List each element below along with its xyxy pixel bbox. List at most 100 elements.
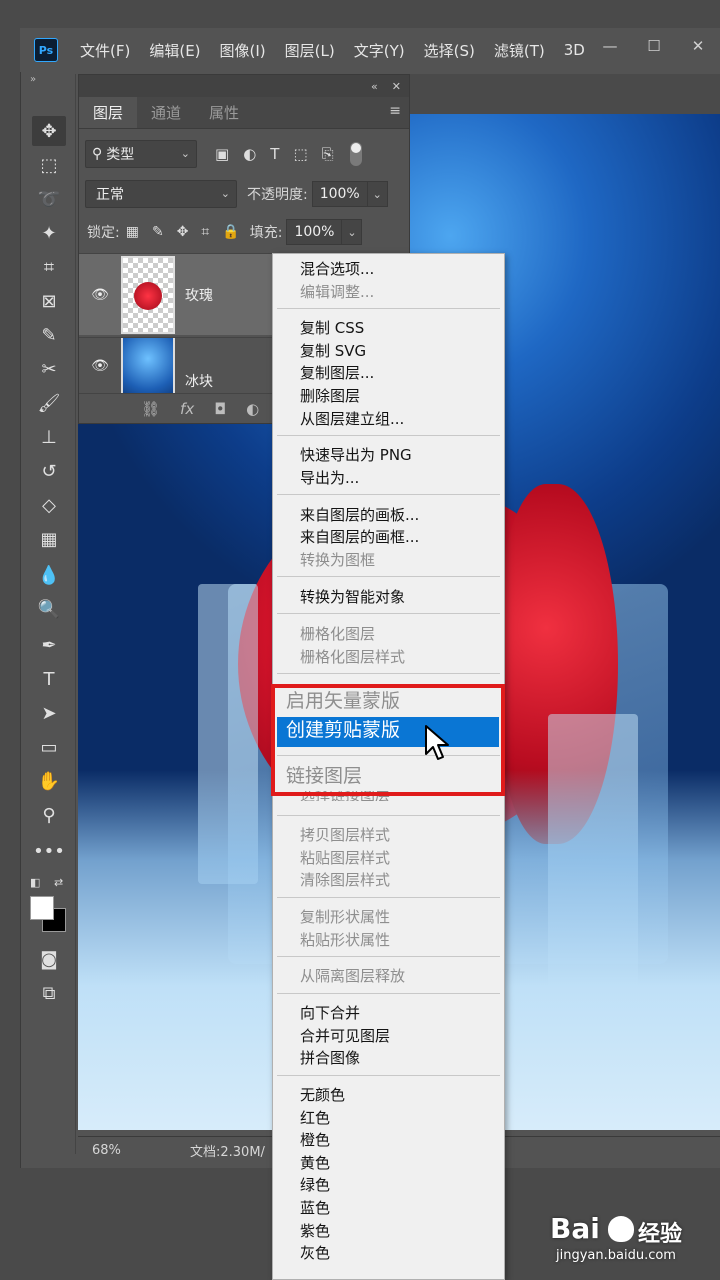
- adjustment-layer-icon[interactable]: ◐: [246, 400, 259, 418]
- blend-mode-select[interactable]: 正常 ⌄: [85, 180, 237, 208]
- pen-tool-icon[interactable]: ✒: [32, 630, 66, 660]
- menu-item-group-from-layers[interactable]: 从图层建立组...: [300, 409, 404, 429]
- menu-item-merge-visible[interactable]: 合并可见图层: [300, 1026, 390, 1046]
- clone-stamp-tool-icon[interactable]: ⊥: [32, 422, 66, 452]
- lock-pixels-icon[interactable]: ✎: [152, 224, 164, 240]
- close-icon[interactable]: ✕: [676, 28, 720, 64]
- history-brush-tool-icon[interactable]: ↺: [32, 456, 66, 486]
- fx-icon[interactable]: fx: [180, 400, 194, 418]
- gradient-tool-icon[interactable]: ▦: [32, 524, 66, 554]
- maximize-icon[interactable]: ☐: [632, 28, 676, 64]
- hand-tool-icon[interactable]: ✋: [32, 766, 66, 796]
- menu-item-color-none[interactable]: 无颜色: [300, 1085, 345, 1105]
- link-layers-icon[interactable]: ⛓: [141, 400, 160, 418]
- menu-separator: [277, 815, 500, 816]
- lock-artboard-icon[interactable]: ⌗: [201, 224, 209, 240]
- eye-icon[interactable]: 👁: [79, 358, 121, 374]
- frame-tool-icon[interactable]: ⊠: [32, 286, 66, 316]
- default-colors-icon[interactable]: ◧: [30, 876, 40, 889]
- rectangle-tool-icon[interactable]: ▭: [32, 732, 66, 762]
- baidu-paw-icon: [608, 1216, 634, 1242]
- toolbar-collapse-icon[interactable]: »: [22, 74, 75, 92]
- menu-item-color-blue[interactable]: 蓝色: [300, 1198, 330, 1218]
- panel-menu-icon[interactable]: ≡: [389, 103, 401, 119]
- mouse-cursor-icon: [425, 725, 449, 760]
- type-tool-icon[interactable]: T: [32, 664, 66, 694]
- healing-brush-tool-icon[interactable]: ✂: [32, 354, 66, 384]
- collapse-panel-icon[interactable]: «: [371, 80, 378, 93]
- menu-item-rasterize-layer: 栅格化图层: [300, 625, 376, 643]
- tab-properties[interactable]: 属性: [195, 97, 253, 128]
- shape-filter-icon[interactable]: ⬚: [293, 145, 307, 163]
- menu-item-artboard-from-layers[interactable]: 来自图层的画板...: [300, 505, 419, 525]
- chevron-down-icon[interactable]: ⌄: [367, 181, 388, 207]
- pixel-filter-icon[interactable]: ▣: [215, 145, 229, 163]
- menu-item-export-as[interactable]: 导出为...: [300, 468, 359, 488]
- more-tools-icon[interactable]: •••: [32, 836, 66, 866]
- zoom-tool-icon[interactable]: ⚲: [32, 800, 66, 830]
- menu-item-copy-css[interactable]: 复制 CSS: [300, 318, 364, 338]
- dodge-tool-icon[interactable]: 🔍: [32, 594, 66, 624]
- lock-all-icon[interactable]: 🔒: [222, 224, 239, 240]
- menu-filter[interactable]: 滤镜(T): [494, 40, 545, 61]
- tab-channels[interactable]: 通道: [137, 97, 195, 128]
- fill-input[interactable]: 100%: [286, 219, 343, 245]
- swap-colors-icon[interactable]: ⇄: [54, 876, 63, 889]
- photoshop-logo-icon[interactable]: Ps: [34, 38, 58, 62]
- lock-position-icon[interactable]: ✥: [177, 224, 189, 240]
- minimize-icon[interactable]: —: [588, 28, 632, 64]
- menu-item-quick-export-png[interactable]: 快速导出为 PNG: [300, 445, 412, 465]
- eyedropper-tool-icon[interactable]: ✎: [32, 320, 66, 350]
- menu-separator: [277, 308, 500, 309]
- menu-item-duplicate-layer[interactable]: 复制图层...: [300, 363, 374, 383]
- menu-file[interactable]: 文件(F): [80, 40, 130, 61]
- menu-item-color-green[interactable]: 绿色: [300, 1175, 330, 1195]
- opacity-label: 不透明度:: [247, 187, 308, 203]
- menu-3d[interactable]: 3D: [564, 41, 585, 59]
- menu-item-copy-svg[interactable]: 复制 SVG: [300, 341, 366, 361]
- opacity-input[interactable]: 100%: [311, 181, 368, 207]
- quick-mask-icon[interactable]: ◙: [32, 944, 66, 974]
- menu-item-color-gray[interactable]: 灰色: [300, 1243, 330, 1263]
- menu-select[interactable]: 选择(S): [424, 40, 475, 61]
- menu-item-color-violet[interactable]: 紫色: [300, 1221, 330, 1241]
- menu-item-color-red[interactable]: 红色: [300, 1108, 330, 1128]
- menu-item-frame-from-layers[interactable]: 来自图层的画框...: [300, 527, 419, 547]
- menu-item-color-orange[interactable]: 橙色: [300, 1130, 330, 1150]
- foreground-color-swatch[interactable]: [30, 896, 54, 920]
- menu-image[interactable]: 图像(I): [220, 40, 266, 61]
- panel-header: « ✕: [79, 75, 409, 97]
- brush-tool-icon[interactable]: 🖌: [32, 388, 66, 418]
- filter-toggle[interactable]: [349, 142, 362, 166]
- path-selection-tool-icon[interactable]: ➤: [32, 698, 66, 728]
- screen-mode-icon[interactable]: ⧉: [32, 978, 66, 1008]
- menu-item-merge-down[interactable]: 向下合并: [300, 1003, 360, 1023]
- type-filter-icon[interactable]: T: [270, 145, 279, 163]
- menu-item-convert-to-smart-object[interactable]: 转换为智能对象: [300, 587, 405, 607]
- menu-item-color-yellow[interactable]: 黄色: [300, 1153, 330, 1173]
- lock-transparency-icon[interactable]: ▦: [126, 224, 139, 240]
- menu-layer[interactable]: 图层(L): [285, 40, 335, 61]
- tab-layers[interactable]: 图层: [79, 97, 137, 128]
- crop-tool-icon[interactable]: ⌗: [32, 252, 66, 282]
- menu-item-blending-options[interactable]: 混合选项...: [300, 259, 374, 279]
- menu-edit[interactable]: 编辑(E): [149, 40, 200, 61]
- eraser-tool-icon[interactable]: ◇: [32, 490, 66, 520]
- close-panel-icon[interactable]: ✕: [392, 80, 401, 93]
- chevron-down-icon[interactable]: ⌄: [342, 219, 363, 245]
- adjustment-filter-icon[interactable]: ◐: [243, 145, 256, 163]
- add-mask-icon[interactable]: ◘: [214, 400, 226, 418]
- marquee-tool-icon[interactable]: ⬚: [32, 150, 66, 180]
- layer-name: 玫瑰: [185, 287, 213, 304]
- menu-item-delete-layer[interactable]: 删除图层: [300, 386, 360, 406]
- menu-type[interactable]: 文字(Y): [354, 40, 405, 61]
- zoom-level[interactable]: 68%: [78, 1143, 138, 1158]
- blur-tool-icon[interactable]: 💧: [32, 560, 66, 590]
- magic-wand-tool-icon[interactable]: ✦: [32, 218, 66, 248]
- eye-icon[interactable]: 👁: [79, 287, 121, 303]
- smart-object-filter-icon[interactable]: ⎘: [322, 145, 334, 163]
- lasso-tool-icon[interactable]: ➰: [32, 184, 66, 214]
- move-tool-icon[interactable]: ✥: [32, 116, 66, 146]
- menu-item-flatten-image[interactable]: 拼合图像: [300, 1048, 360, 1068]
- filter-kind-select[interactable]: ⚲ 类型 ⌄: [85, 140, 197, 168]
